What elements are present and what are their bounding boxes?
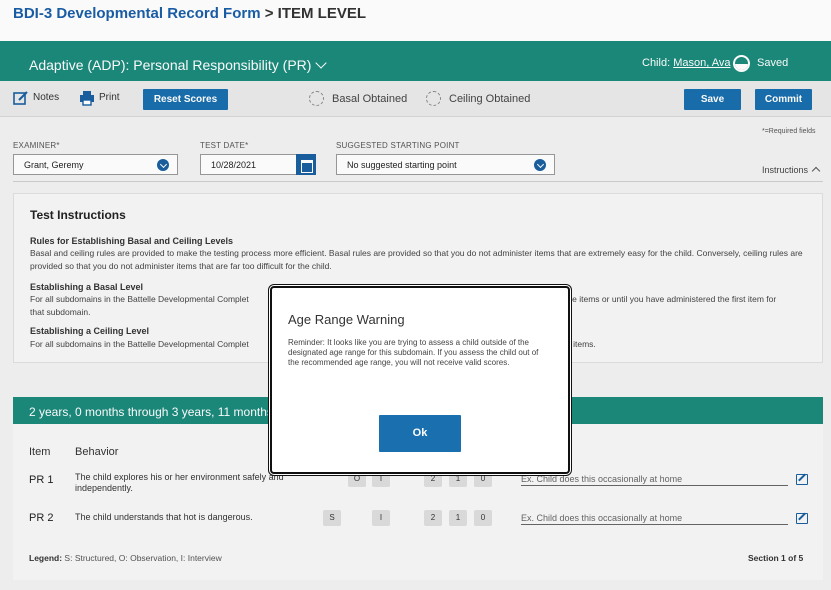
ok-button[interactable]: Ok (379, 415, 461, 452)
age-range-warning-dialog: Age Range Warning Reminder: It looks lik… (270, 286, 570, 474)
dialog-title: Age Range Warning (288, 312, 405, 327)
dialog-body: Reminder: It looks like you are trying t… (288, 338, 539, 367)
